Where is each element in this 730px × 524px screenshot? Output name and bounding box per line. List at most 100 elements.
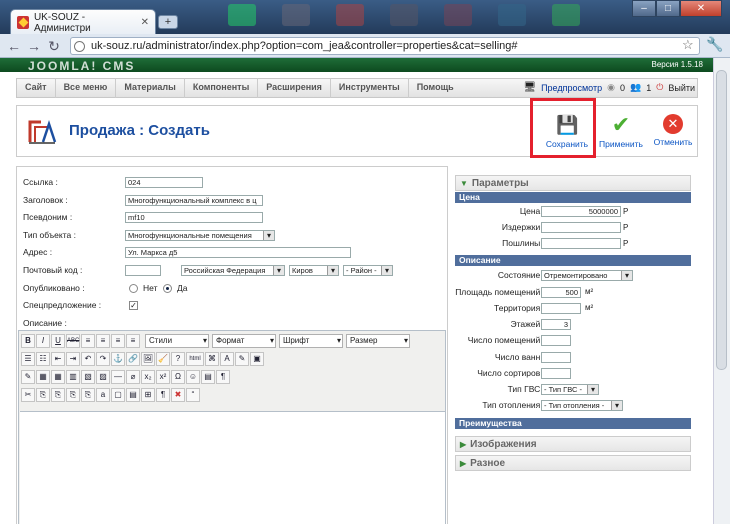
editor-text-area[interactable] [20, 411, 445, 524]
cut-icon[interactable]: ✂ [21, 388, 35, 402]
indent-icon[interactable]: ⇥ [66, 352, 80, 366]
subscript-button[interactable]: x₂ [141, 370, 155, 384]
params-header[interactable]: ▼ Параметры [455, 175, 691, 191]
remove-format-icon[interactable]: ⌀ [126, 370, 140, 384]
zip-input[interactable] [125, 265, 161, 276]
redo-icon[interactable]: ↷ [96, 352, 110, 366]
strike-button[interactable]: ABC [66, 334, 80, 348]
close-window-button[interactable]: ✕ [680, 0, 722, 17]
bullet-list-icon[interactable]: ☰ [21, 352, 35, 366]
price-input[interactable]: 5000000 [541, 206, 621, 217]
address-bar[interactable]: uk-souz.ru/administrator/index.php?optio… [70, 37, 700, 55]
edit-icon[interactable]: ✎ [21, 370, 35, 384]
menu-item-components[interactable]: Компоненты [185, 78, 259, 98]
paste-icon[interactable]: ⎘ [51, 388, 65, 402]
hr-icon[interactable]: — [111, 370, 125, 384]
cancel-button[interactable]: ✕ Отменить [645, 112, 701, 154]
browser-tab[interactable]: UK-SOUZ - Администри ✕ [10, 9, 156, 35]
merge-cell-icon[interactable]: ▨ [96, 370, 110, 384]
users-count[interactable]: 1 [646, 83, 651, 93]
heating-select[interactable]: - Тип отопления - [541, 400, 623, 411]
preview-link[interactable]: Предпросмотр [541, 83, 602, 93]
underline-button[interactable]: U [51, 334, 65, 348]
media-icon[interactable]: ▤ [201, 370, 215, 384]
type-select[interactable]: Многофункциональные помещения [125, 230, 275, 241]
menu-item-tools[interactable]: Инструменты [331, 78, 409, 98]
outdent-icon[interactable]: ⇤ [51, 352, 65, 366]
layer-icon[interactable]: ▣ [250, 352, 264, 366]
new-tab-button[interactable]: + [158, 15, 178, 29]
page-info-icon[interactable] [74, 41, 85, 52]
undo-icon[interactable]: ↶ [81, 352, 95, 366]
rtl-icon[interactable]: ¶ [216, 370, 230, 384]
format-select[interactable]: Формат [212, 334, 276, 348]
image-icon[interactable]: 🖼 [141, 352, 155, 366]
html-source-button[interactable]: html [186, 352, 204, 366]
tab-close-icon[interactable]: ✕ [141, 17, 149, 28]
align-left-icon[interactable]: ≡ [81, 334, 95, 348]
link-icon[interactable]: 🔗 [126, 352, 140, 366]
logout-link[interactable]: Выйти [668, 83, 695, 93]
menu-item-content[interactable]: Материалы [116, 78, 185, 98]
expenses-input[interactable] [541, 222, 621, 233]
italic-button[interactable]: I [36, 334, 50, 348]
alias-input[interactable]: mf10 [125, 212, 263, 223]
scrollbar-thumb[interactable] [716, 70, 727, 370]
split-cell-icon[interactable]: ▧ [81, 370, 95, 384]
cleanup-icon[interactable]: 🧹 [156, 352, 170, 366]
align-right-icon[interactable]: ≡ [111, 334, 125, 348]
misc-header[interactable]: ▶ Разное [455, 455, 691, 471]
anchor-icon[interactable]: ⚓ [111, 352, 125, 366]
apply-button[interactable]: ✔ Применить [593, 112, 649, 154]
select-all-icon[interactable]: a [96, 388, 110, 402]
toilets-input[interactable] [541, 368, 571, 379]
paste-text-icon[interactable]: ⎘ [66, 388, 80, 402]
baths-input[interactable] [541, 352, 571, 363]
align-center-icon[interactable]: ≡ [96, 334, 110, 348]
paragraph-icon[interactable]: ¶ [156, 388, 170, 402]
size-select[interactable]: Размер [346, 334, 410, 348]
state-select[interactable]: Отремонтировано [541, 270, 633, 281]
show-blocks-icon[interactable]: ▤ [126, 388, 140, 402]
table-col-icon[interactable]: ▥ [66, 370, 80, 384]
menu-item-extensions[interactable]: Расширения [258, 78, 331, 98]
table-icon[interactable]: ▦ [36, 370, 50, 384]
city-select[interactable]: Киров [289, 265, 339, 276]
number-list-icon[interactable]: ☷ [36, 352, 50, 366]
align-justify-icon[interactable]: ≡ [126, 334, 140, 348]
emoticon-icon[interactable]: ☺ [186, 370, 200, 384]
back-icon[interactable]: ← [6, 38, 22, 54]
bookmark-star-icon[interactable]: ☆ [682, 37, 694, 53]
floors-input[interactable]: 3 [541, 319, 571, 330]
special-char-icon[interactable]: Ω [171, 370, 185, 384]
special-checkbox[interactable]: ✓ [129, 301, 138, 310]
menu-item-site[interactable]: Сайт [17, 78, 56, 98]
land-input[interactable] [541, 303, 581, 314]
rooms-input[interactable] [541, 335, 571, 346]
fees-input[interactable] [541, 238, 621, 249]
text-color-icon[interactable]: A [220, 352, 234, 366]
wrench-menu-icon[interactable]: 🔧 [706, 36, 723, 53]
styles-select[interactable]: Стили [145, 334, 209, 348]
visual-aid-icon[interactable]: ⊞ [141, 388, 155, 402]
forward-icon[interactable]: → [26, 38, 42, 54]
blockquote-icon[interactable]: “ [186, 388, 200, 402]
images-header[interactable]: ▶ Изображения [455, 436, 691, 452]
country-select[interactable]: Российская Федерация [181, 265, 285, 276]
insert-date-icon[interactable]: ⌘ [205, 352, 219, 366]
published-yes-radio[interactable] [163, 284, 172, 293]
hot-water-select[interactable]: - Тип ГВС - [541, 384, 599, 395]
paste-word-icon[interactable]: ⎘ [81, 388, 95, 402]
minimize-button[interactable]: – [632, 0, 656, 17]
delete-icon[interactable]: ✖ [171, 388, 185, 402]
menu-item-menus[interactable]: Все меню [56, 78, 117, 98]
maximize-button[interactable]: □ [656, 0, 680, 17]
area-input[interactable]: 500 [541, 287, 581, 298]
reload-icon[interactable]: ↻ [46, 38, 62, 54]
help-icon[interactable]: ? [171, 352, 185, 366]
background-color-icon[interactable]: ✎ [235, 352, 249, 366]
messages-count[interactable]: 0 [620, 83, 625, 93]
district-select[interactable]: - Район - [343, 265, 393, 276]
table-row-icon[interactable]: ▦ [51, 370, 65, 384]
link-input[interactable]: 024 [125, 177, 203, 188]
